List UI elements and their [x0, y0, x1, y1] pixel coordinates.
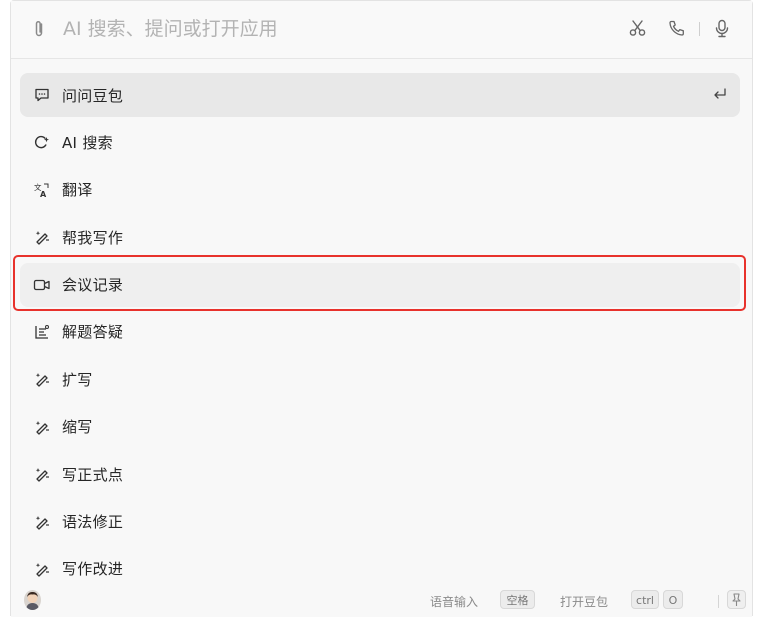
list-item-label: 写正式点 [62, 465, 124, 484]
list-item-ask-doubao[interactable]: 问问豆包 [20, 73, 740, 117]
chat-bubble-icon [33, 86, 51, 104]
pen-sparkle-icon [33, 370, 51, 388]
list-item-label: 帮我写作 [62, 228, 124, 247]
phone-icon[interactable] [667, 18, 687, 38]
list-item-label: 语法修正 [62, 513, 124, 532]
toolbar-divider [699, 22, 700, 36]
translate-icon: 文A [33, 181, 51, 199]
list-item-label: 问问豆包 [62, 86, 124, 105]
scissors-icon[interactable] [628, 18, 648, 38]
problem-solve-icon [33, 323, 51, 341]
enter-key-icon [714, 88, 726, 99]
avatar[interactable] [24, 590, 41, 610]
pen-sparkle-icon [33, 465, 51, 483]
command-list: 问问豆包 AI 搜索 文A 翻译 帮我写作 会议记录 解题答疑 扩写 缩写 写正… [20, 73, 740, 594]
svg-text:A: A [40, 190, 47, 198]
open-doubao-key-o: O [663, 590, 683, 609]
list-item-meeting-notes[interactable]: 会议记录 [20, 262, 740, 307]
list-item-label: AI 搜索 [62, 133, 113, 152]
list-item-problem-solving[interactable]: 解题答疑 [20, 310, 740, 354]
open-doubao-key-ctrl: ctrl [631, 590, 659, 609]
ai-search-icon [33, 133, 51, 151]
pen-sparkle-icon [33, 513, 51, 531]
list-item-grammar-fix[interactable]: 语法修正 [20, 500, 740, 544]
video-camera-icon [33, 276, 51, 294]
paperclip-icon[interactable] [31, 19, 47, 39]
list-item-label: 翻译 [62, 181, 93, 200]
pen-sparkle-icon [33, 228, 51, 246]
list-item-help-me-write[interactable]: 帮我写作 [20, 215, 740, 259]
list-item-shorten[interactable]: 缩写 [20, 405, 740, 449]
footer-divider [718, 595, 719, 608]
list-item-ai-search[interactable]: AI 搜索 [20, 120, 740, 164]
list-item-expand[interactable]: 扩写 [20, 357, 740, 401]
list-item-translate[interactable]: 文A 翻译 [20, 168, 740, 212]
footer-bar: 语音输入 空格 打开豆包 ctrl O [11, 587, 752, 617]
pen-sparkle-icon [33, 418, 51, 436]
list-item-more-formal[interactable]: 写正式点 [20, 452, 740, 496]
list-item-label: 解题答疑 [62, 323, 124, 342]
list-item-label: 写作改进 [62, 560, 124, 579]
search-input[interactable] [63, 15, 603, 43]
list-item-improve-writing[interactable]: 写作改进 [20, 547, 740, 591]
microphone-icon[interactable] [712, 18, 732, 38]
list-item-label: 会议记录 [62, 276, 124, 295]
voice-input-shortcut-key: 空格 [500, 590, 535, 609]
open-doubao-label: 打开豆包 [560, 595, 609, 609]
voice-input-label: 语音输入 [430, 595, 479, 609]
search-bar [11, 1, 752, 59]
list-item-label: 缩写 [62, 418, 93, 437]
pin-icon[interactable] [727, 590, 746, 609]
launcher-panel: 问问豆包 AI 搜索 文A 翻译 帮我写作 会议记录 [10, 0, 753, 617]
list-item-label: 扩写 [62, 370, 93, 389]
pen-sparkle-icon [33, 560, 51, 578]
